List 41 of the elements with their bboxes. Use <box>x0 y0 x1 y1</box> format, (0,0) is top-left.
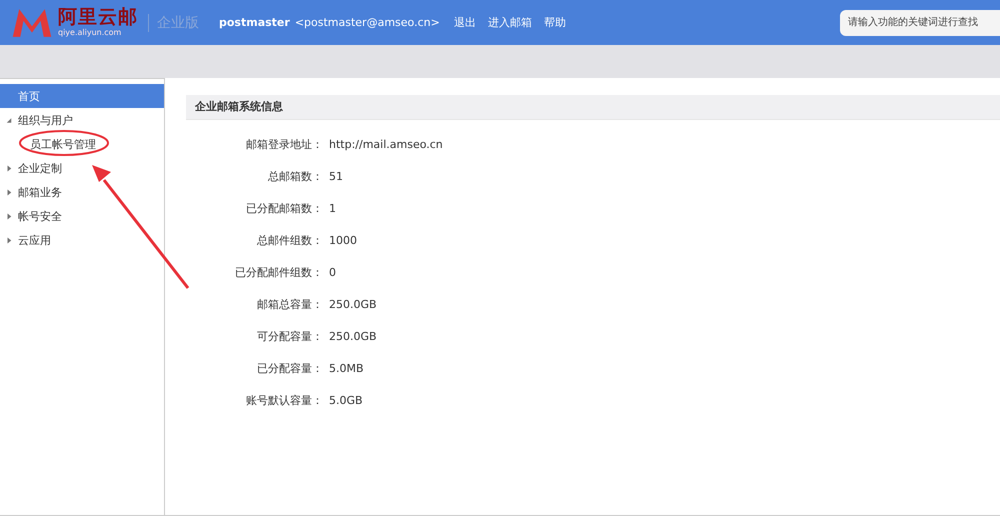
collapsed-triangle-icon[interactable] <box>6 236 12 244</box>
sidebar-item[interactable]: 企业定制 <box>0 156 164 180</box>
search-field[interactable]: 请输入功能的关键词进行查找 <box>840 10 1000 36</box>
info-label: 邮箱总容量： <box>256 296 323 312</box>
sidebar-subitem[interactable]: 员工帐号管理 <box>0 132 164 156</box>
info-value: 5.0MB <box>329 362 364 374</box>
logo-url: qiye.aliyun.com <box>58 29 122 37</box>
sidebar-item[interactable]: 邮箱业务 <box>0 180 164 204</box>
info-label: 已分配邮箱数： <box>245 200 323 216</box>
info-label: 已分配邮件组数： <box>234 264 323 280</box>
user-email: <postmaster@amseo.cn> <box>294 16 440 29</box>
info-value: 51 <box>329 170 343 182</box>
info-label: 邮箱登录地址： <box>245 136 323 152</box>
info-label: 可分配容量： <box>256 328 323 344</box>
info-value: 1000 <box>329 234 357 246</box>
info-value: 5.0GB <box>329 394 363 406</box>
info-value: 0 <box>329 266 336 278</box>
info-label: 总邮箱数： <box>267 168 323 184</box>
info-value: 1 <box>329 202 336 214</box>
user-name: postmaster <box>219 16 290 29</box>
panel-title: 企业邮箱系统信息 <box>186 95 1000 120</box>
header-link[interactable]: 帮助 <box>544 15 566 30</box>
header-link[interactable]: 退出 <box>454 15 476 30</box>
info-label: 账号默认容量： <box>245 392 323 408</box>
expanded-triangle-icon[interactable] <box>6 116 12 124</box>
info-label: 总邮件组数： <box>256 232 323 248</box>
collapsed-triangle-icon[interactable] <box>6 188 12 196</box>
header-link[interactable]: 进入邮箱 <box>488 15 532 30</box>
edition-label: 企业版 <box>157 14 199 32</box>
info-value: 250.0GB <box>329 298 377 310</box>
sidebar-item[interactable]: 首页 <box>0 84 164 108</box>
sidebar-item[interactable]: 组织与用户 <box>0 108 164 132</box>
sidebar-item[interactable]: 云应用 <box>0 228 164 252</box>
collapsed-triangle-icon[interactable] <box>6 164 12 172</box>
collapsed-triangle-icon[interactable] <box>6 212 12 220</box>
logo-text: 阿里云邮 <box>58 8 138 27</box>
info-value: http://mail.amseo.cn <box>329 138 443 150</box>
logo-icon <box>10 6 54 38</box>
sidebar-item[interactable]: 帐号安全 <box>0 204 164 228</box>
info-value: 250.0GB <box>329 330 377 342</box>
info-label: 已分配容量： <box>256 360 323 376</box>
